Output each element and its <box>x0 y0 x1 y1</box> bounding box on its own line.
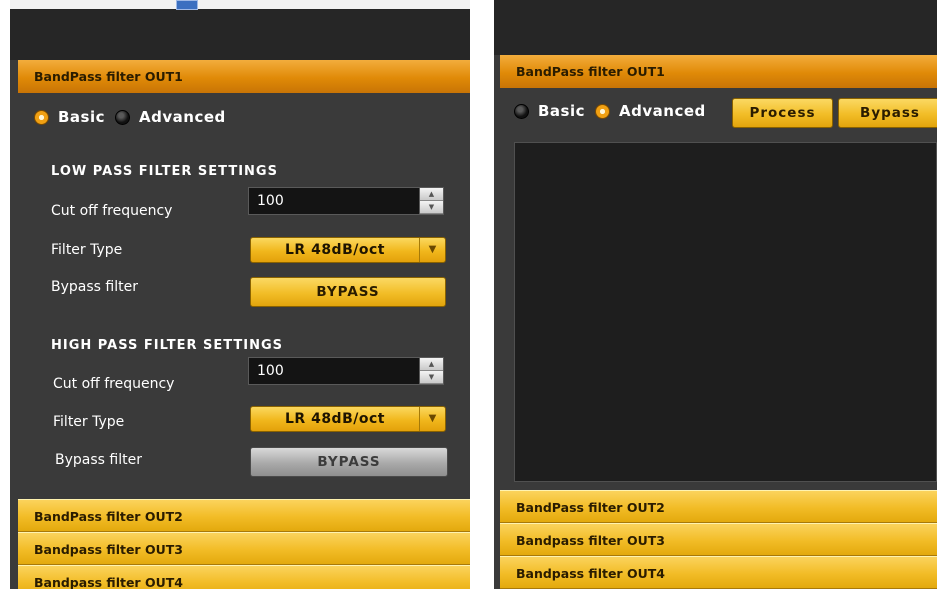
radio-basic-label-right: Basic <box>538 102 586 120</box>
low-cutoff-spinner[interactable]: ▲ ▼ <box>419 188 443 214</box>
high-cutoff-value: 100 <box>257 363 284 379</box>
mode-radio-group-right: Basic Advanced <box>514 102 716 120</box>
low-pass-title: LOW PASS FILTER SETTINGS <box>51 164 278 179</box>
accordion-header-out2-right[interactable]: BandPass filter OUT2 <box>500 490 937 523</box>
high-filter-type-value: LR 48dB/oct <box>285 411 385 427</box>
accordion-header-out2[interactable]: BandPass filter OUT2 <box>18 499 470 532</box>
high-bypass-button[interactable]: BYPASS <box>250 447 448 477</box>
accordion-header-out3[interactable]: Bandpass filter OUT3 <box>18 532 470 565</box>
accordion-header-out4-right[interactable]: Bandpass filter OUT4 <box>500 556 937 589</box>
high-filter-type-label: Filter Type <box>53 414 125 430</box>
spin-up-icon[interactable]: ▲ <box>420 188 443 201</box>
high-cutoff-label: Cut off frequency <box>53 376 175 392</box>
high-bypass-label: Bypass filter <box>55 452 142 468</box>
accordion-header-out1-right[interactable]: BandPass filter OUT1 <box>500 55 937 88</box>
low-cutoff-value: 100 <box>257 193 284 209</box>
process-button[interactable]: Process <box>732 98 833 128</box>
radio-advanced-label-right: Advanced <box>619 102 706 120</box>
bypass-button-right[interactable]: Bypass <box>838 98 937 128</box>
blue-tab-marker <box>176 0 198 10</box>
chevron-down-icon[interactable]: ▼ <box>419 407 445 431</box>
right-top-bar <box>494 0 937 55</box>
low-bypass-button[interactable]: BYPASS <box>250 277 446 307</box>
advanced-editor-area[interactable] <box>514 142 937 482</box>
radio-advanced-right[interactable] <box>595 103 611 119</box>
low-filter-type-label: Filter Type <box>51 242 123 258</box>
left-panel: BandPass filter OUT1 Basic Advanced LOW … <box>10 0 470 589</box>
spin-down-icon[interactable]: ▼ <box>420 371 443 384</box>
mode-radio-group: Basic Advanced <box>34 108 236 126</box>
high-cutoff-input[interactable]: 100 ▲ ▼ <box>248 357 444 385</box>
accordion-header-out3-right[interactable]: Bandpass filter OUT3 <box>500 523 937 556</box>
accordion-header-out4[interactable]: Bandpass filter OUT4 <box>18 565 470 589</box>
chevron-down-icon[interactable]: ▼ <box>419 238 445 262</box>
radio-advanced[interactable] <box>115 109 131 125</box>
spin-down-icon[interactable]: ▼ <box>420 201 443 214</box>
high-cutoff-spinner[interactable]: ▲ ▼ <box>419 358 443 384</box>
high-pass-title: HIGH PASS FILTER SETTINGS <box>51 338 284 353</box>
radio-basic[interactable] <box>34 109 49 125</box>
low-filter-type-value: LR 48dB/oct <box>285 242 385 258</box>
accordion-header-out1[interactable]: BandPass filter OUT1 <box>18 60 470 93</box>
low-filter-type-select[interactable]: LR 48dB/oct ▼ <box>250 237 446 263</box>
low-bypass-label: Bypass filter <box>51 279 138 295</box>
radio-basic-label: Basic <box>58 108 106 126</box>
radio-advanced-label: Advanced <box>139 108 226 126</box>
right-panel: BandPass filter OUT1 Basic Advanced Proc… <box>494 0 937 589</box>
page-root: BandPass filter OUT1 Basic Advanced LOW … <box>0 0 937 589</box>
low-cutoff-label: Cut off frequency <box>51 203 173 219</box>
radio-basic-right[interactable] <box>514 103 529 119</box>
left-top-bar <box>10 0 470 60</box>
high-filter-type-select[interactable]: LR 48dB/oct ▼ <box>250 406 446 432</box>
low-cutoff-input[interactable]: 100 ▲ ▼ <box>248 187 444 215</box>
spin-up-icon[interactable]: ▲ <box>420 358 443 371</box>
